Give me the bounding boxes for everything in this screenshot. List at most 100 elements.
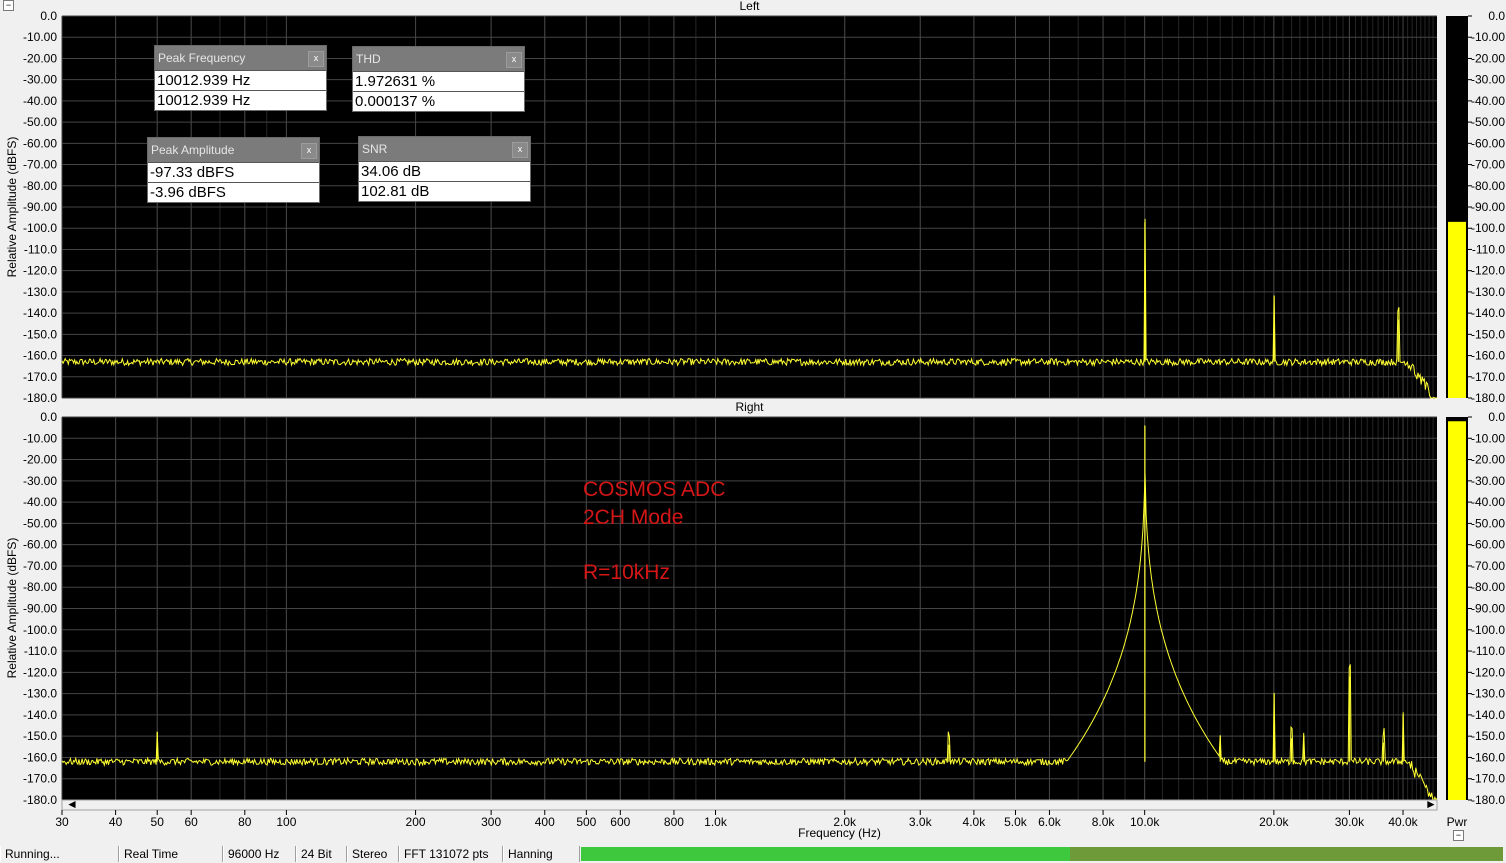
y-tick-label: 0.0 — [40, 9, 57, 23]
y-tick-label: -30.00 — [23, 474, 57, 488]
status-window-fn: Hanning — [503, 846, 580, 862]
y-tick-label: -10.00 — [23, 30, 57, 44]
meter-tick-label: -100.0 — [1471, 221, 1505, 235]
chart-title: Left — [739, 0, 760, 13]
y-tick-label: -50.00 — [23, 115, 57, 129]
x-tick-label: 1.0k — [704, 815, 728, 829]
x-scrollbar — [61, 799, 1438, 811]
x-tick-label: 50 — [151, 815, 165, 829]
x-tick-label: 4.0k — [963, 815, 987, 829]
peak-frequency-window[interactable]: Peak Frequency x 10012.939 Hz 10012.939 H… — [154, 45, 327, 111]
meter-tick-label: -20.00 — [1471, 51, 1505, 65]
meter-tick-label: -90.00 — [1471, 200, 1505, 214]
spectrum-analyzer: Left 0.0 -10.00 -20.00 -30.00 -40.00 -50.00 -60… — [5, 0, 1505, 840]
x-tick-label: 40 — [109, 815, 123, 829]
meter-tick-label: -70.00 — [1471, 559, 1505, 573]
meter-tick-label: -60.00 — [1471, 136, 1505, 150]
meter-tick-label: -110.0 — [1472, 644, 1505, 658]
peak-frequency-left: 10012.939 Hz — [155, 70, 326, 90]
meter-tick-label: -160.0 — [1471, 750, 1505, 764]
thd-window[interactable]: THD x 1.972631 % 0.000137 % — [352, 46, 525, 112]
y-tick-label: -90.00 — [23, 602, 57, 616]
y-tick-label: -140.0 — [23, 306, 57, 320]
meter-tick-label: -40.00 — [1471, 94, 1505, 108]
status-state: Running... — [0, 846, 119, 862]
snr-right: 102.81 dB — [359, 181, 530, 201]
meter-tick-label: -170.0 — [1471, 370, 1505, 384]
chart-panel-1: Right 0.0 -10.00 -20.00 -30.00 -40.00 -50.00 -6… — [5, 400, 1505, 840]
close-icon[interactable]: x — [301, 143, 317, 159]
x-tick-label: 3.0k — [909, 815, 933, 829]
meter-tick-label: -110.0 — [1472, 242, 1505, 256]
x-tick-label: 20.0k — [1259, 815, 1289, 829]
x-tick-label: 100 — [276, 815, 296, 829]
meter-tick-label: -70.00 — [1471, 158, 1505, 172]
meter-tick-label: -150.0 — [1471, 327, 1505, 341]
x-tick-label: 40.0k — [1388, 815, 1418, 829]
y-tick-label: -70.00 — [23, 158, 57, 172]
y-tick-label: -180.0 — [23, 391, 57, 405]
collapse-top-icon[interactable]: − — [3, 0, 14, 11]
status-bar: Running... Real Time 96000 Hz 24 Bit Ste… — [0, 845, 1506, 863]
thd-left: 1.972631 % — [353, 71, 524, 91]
y-tick-label: -160.0 — [23, 750, 57, 764]
overlay-line-2: 2CH Mode — [583, 506, 684, 529]
y-tick-label: -50.00 — [23, 516, 57, 530]
y-tick-label: -60.00 — [23, 538, 57, 552]
y-tick-label: -40.00 — [23, 495, 57, 509]
y-tick-label: -30.00 — [23, 73, 57, 87]
y-axis-label: Relative Amplitude (dBFS) — [5, 137, 19, 278]
status-level-fill — [581, 847, 1070, 861]
status-mode: Real Time — [119, 846, 223, 862]
y-tick-label: -90.00 — [23, 200, 57, 214]
x-tick-label: 500 — [576, 815, 596, 829]
meter-tick-label: -30.00 — [1471, 474, 1505, 488]
y-tick-label: -120.0 — [23, 665, 57, 679]
y-tick-label: -20.00 — [23, 51, 57, 65]
peak-amplitude-title: Peak Amplitude — [151, 143, 235, 157]
y-tick-label: -150.0 — [23, 729, 57, 743]
close-icon[interactable]: x — [308, 51, 324, 67]
status-fft: FFT 131072 pts — [399, 846, 503, 862]
y-tick-label: -100.0 — [23, 623, 57, 637]
peak-amplitude-window[interactable]: Peak Amplitude x -97.33 dBFS -3.96 dBFS — [147, 137, 320, 203]
collapse-bottom-icon[interactable]: − — [1453, 830, 1464, 841]
meter-tick-label: -10.00 — [1471, 431, 1505, 445]
x-tick-label: 5.0k — [1004, 815, 1028, 829]
meter-tick-label: -80.00 — [1471, 580, 1505, 594]
meter-tick-label: 0.0 — [1488, 410, 1505, 424]
meter-tick-label: -30.00 — [1471, 73, 1505, 87]
overlay-annotation: COSMOS ADC 2CH Mode R=10kHz — [583, 476, 725, 587]
close-icon[interactable]: x — [512, 142, 528, 158]
scroll-right-icon: ► — [1425, 797, 1437, 811]
x-tick-label: 600 — [610, 815, 630, 829]
meter-tick-label: -180.0 — [1471, 793, 1505, 807]
meter-tick-label: -170.0 — [1471, 772, 1505, 786]
status-level-meter — [581, 847, 1503, 861]
x-axis-label: Frequency (Hz) — [798, 826, 881, 840]
peak-amplitude-right: -3.96 dBFS — [148, 182, 319, 202]
meter-tick-label: -120.0 — [1471, 665, 1505, 679]
meter-tick-label: -120.0 — [1471, 264, 1505, 278]
x-tick-label: 30 — [55, 815, 69, 829]
x-tick-label: 80 — [238, 815, 252, 829]
meter-tick-label: -130.0 — [1471, 687, 1505, 701]
status-bit-depth: 24 Bit — [296, 846, 347, 862]
meter-tick-label: -140.0 — [1471, 306, 1505, 320]
meter-tick-label: -10.00 — [1471, 30, 1505, 44]
snr-window[interactable]: SNR x 34.06 dB 102.81 dB — [358, 136, 531, 202]
meter-tick-label: -100.0 — [1471, 623, 1505, 637]
y-tick-label: -150.0 — [23, 327, 57, 341]
overlay-line-3: R=10kHz — [583, 561, 670, 584]
y-axis-label: Relative Amplitude (dBFS) — [5, 538, 19, 679]
meter-tick-label: -160.0 — [1471, 349, 1505, 363]
y-tick-label: -20.00 — [23, 453, 57, 467]
thd-right: 0.000137 % — [353, 91, 524, 111]
peak-frequency-right: 10012.939 Hz — [155, 90, 326, 110]
y-tick-label: -170.0 — [23, 370, 57, 384]
y-tick-label: -80.00 — [23, 179, 57, 193]
chart-title: Right — [735, 400, 764, 414]
y-tick-label: -110.0 — [24, 242, 57, 256]
snr-title: SNR — [362, 142, 388, 156]
close-icon[interactable]: x — [506, 52, 522, 68]
